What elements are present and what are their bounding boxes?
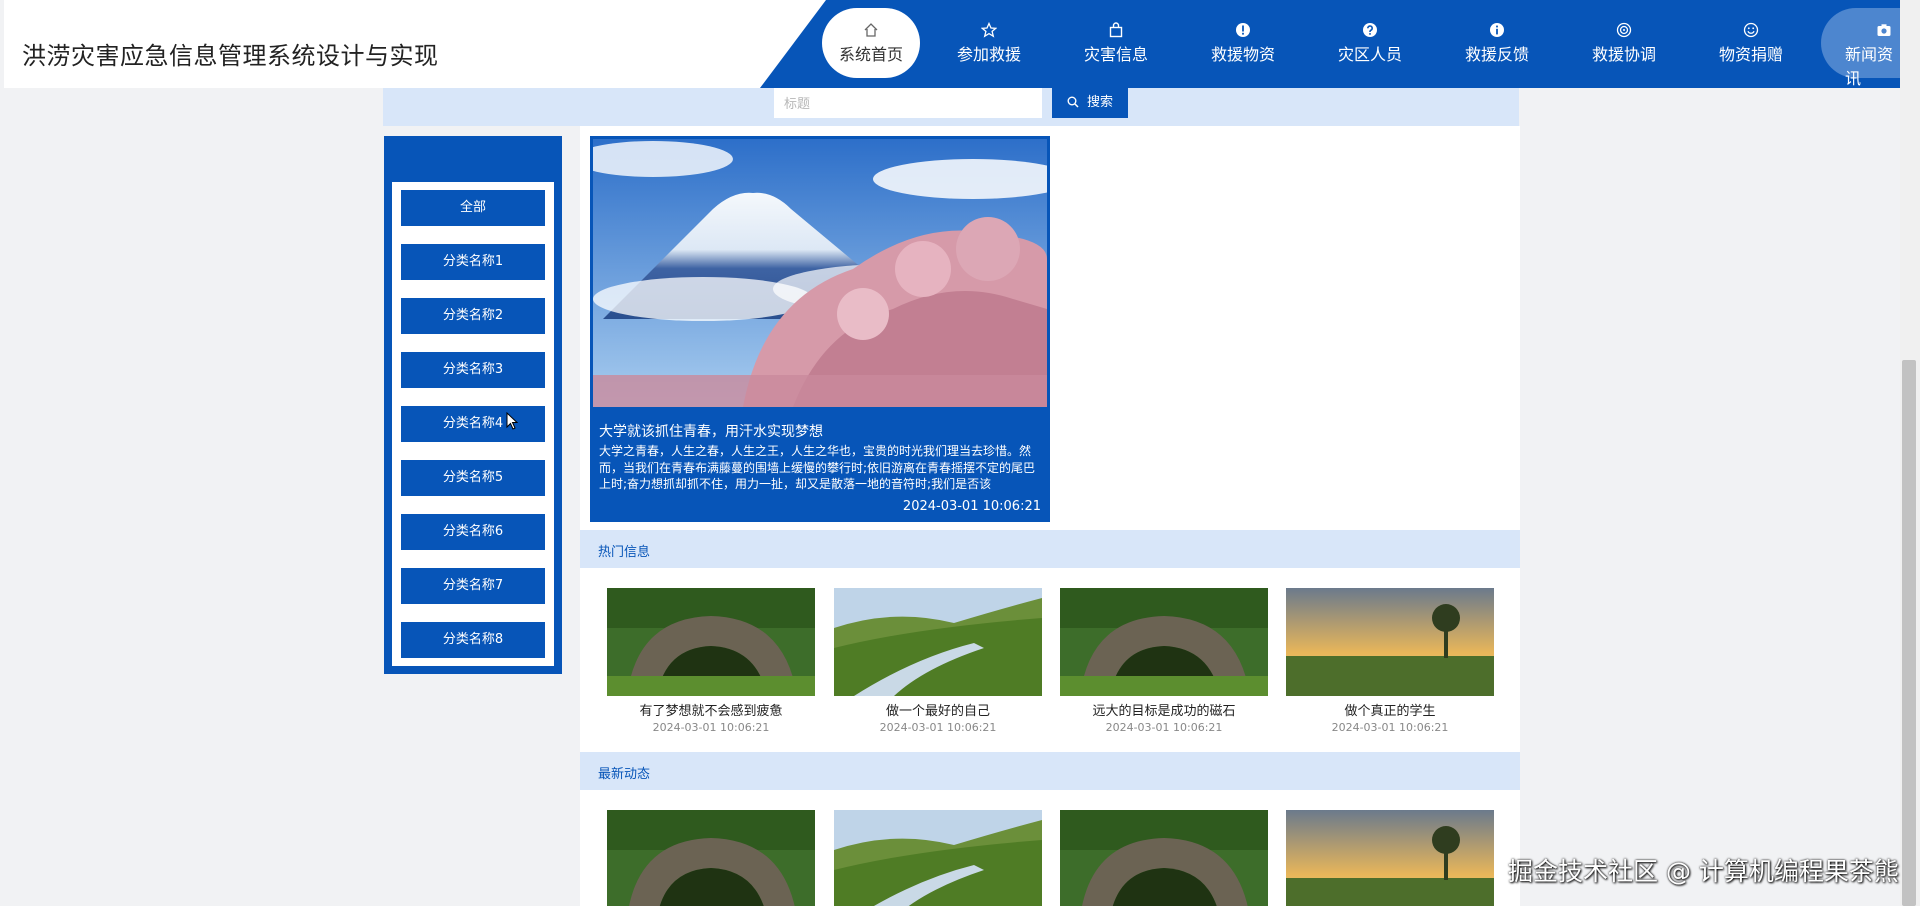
nav-item-join-rescue[interactable]: 参加救援 — [940, 8, 1038, 78]
nav-label: 物资捐赠 — [1718, 45, 1783, 64]
card-title[interactable]: 做一个最好的自己 — [834, 700, 1042, 719]
scrollbar-thumb[interactable] — [1902, 360, 1916, 906]
card-date: 2024-03-01 10:06:21 — [652, 721, 770, 734]
category-1[interactable]: 分类名称1 — [401, 244, 545, 280]
target-icon — [1616, 22, 1632, 38]
category-3[interactable]: 分类名称3 — [401, 352, 545, 388]
nav-item-disaster-info[interactable]: 灾害信息 — [1067, 8, 1165, 78]
card-title[interactable]: 远大的目标是成功的磁石 — [1060, 700, 1268, 719]
category-7[interactable]: 分类名称7 — [401, 568, 545, 604]
section-title: 热门信息 — [598, 545, 651, 560]
nav-label: 救援物资 — [1210, 45, 1275, 64]
nav-item-disaster-people[interactable]: 灾区人员 — [1321, 8, 1419, 78]
nav-label: 救援协调 — [1591, 45, 1656, 64]
hot-card[interactable]: 有了梦想就不会感到疲惫 2024-03-01 10:06:21 — [607, 588, 815, 734]
card-image[interactable] — [607, 588, 815, 696]
category-8[interactable]: 分类名称8 — [401, 622, 545, 658]
latest-card[interactable] — [607, 810, 815, 906]
camera-icon — [1877, 24, 1891, 36]
card-image[interactable] — [834, 588, 1042, 696]
hot-section-header: 热门信息 — [580, 530, 1520, 568]
card-date: 2024-03-01 10:06:21 — [1105, 721, 1223, 734]
bag-icon — [1109, 22, 1123, 38]
category-2[interactable]: 分类名称2 — [401, 298, 545, 334]
question-icon — [1363, 23, 1377, 37]
card-image[interactable] — [1060, 588, 1268, 696]
info-icon — [1490, 23, 1504, 37]
search-input[interactable] — [774, 88, 1042, 118]
nav-item-rescue-supplies[interactable]: 救援物资 — [1194, 8, 1292, 78]
featured-date: 2024-03-01 10:06:21 — [902, 499, 1041, 514]
nav-item-donation[interactable]: 物资捐赠 — [1702, 8, 1800, 78]
search-icon — [1067, 96, 1079, 108]
nav-label: 灾害信息 — [1083, 45, 1148, 64]
nav-item-rescue-feedback[interactable]: 救援反馈 — [1448, 8, 1546, 78]
category-all[interactable]: 全部 — [401, 190, 545, 226]
card-title[interactable]: 有了梦想就不会感到疲惫 — [607, 700, 815, 719]
watermark: 掘金技术社区 @ 计算机编程果茶熊 — [1508, 857, 1899, 886]
nav-item-home[interactable]: 系统首页 — [822, 8, 920, 78]
mouse-cursor-icon — [506, 412, 518, 430]
home-icon — [864, 23, 878, 37]
nav-label: 参加救援 — [956, 45, 1021, 64]
category-5[interactable]: 分类名称5 — [401, 460, 545, 496]
alert-icon — [1236, 23, 1250, 37]
nav-label: 新闻资讯 — [1845, 45, 1894, 88]
latest-card[interactable] — [1286, 810, 1494, 906]
category-6[interactable]: 分类名称6 — [401, 514, 545, 550]
hot-card[interactable]: 远大的目标是成功的磁石 2024-03-01 10:06:21 — [1060, 588, 1268, 734]
latest-card[interactable] — [834, 810, 1042, 906]
category-4[interactable]: 分类名称4 — [401, 406, 545, 442]
card-image[interactable] — [834, 810, 1042, 906]
card-image[interactable] — [1060, 810, 1268, 906]
nav-label: 灾区人员 — [1337, 45, 1402, 64]
search-button-label: 搜索 — [1086, 95, 1113, 110]
category-sidebar: 全部 分类名称1 分类名称2 分类名称3 分类名称4 分类名称5 分类名称6 分… — [384, 136, 562, 674]
search-button[interactable]: 搜索 — [1052, 88, 1128, 118]
nav-item-rescue-coordination[interactable]: 救援协调 — [1575, 8, 1673, 78]
card-image[interactable] — [1286, 588, 1494, 696]
featured-title[interactable]: 大学就该抓住青春，用汗水实现梦想 — [599, 421, 823, 441]
site-title: 洪涝灾害应急信息管理系统设计与实现 — [22, 42, 439, 70]
nav-label: 系统首页 — [838, 45, 903, 64]
card-image[interactable] — [607, 810, 815, 906]
latest-card[interactable] — [1060, 810, 1268, 906]
nav-label: 救援反馈 — [1464, 45, 1529, 64]
smile-icon — [1743, 22, 1759, 38]
nav-item-news[interactable]: 新闻资讯 — [1821, 8, 1900, 88]
featured-image[interactable] — [593, 139, 1047, 407]
card-date: 2024-03-01 10:06:21 — [879, 721, 997, 734]
featured-article[interactable]: 大学就该抓住青春，用汗水实现梦想 大学之青春，人生之春，人生之王，人生之华也，宝… — [590, 136, 1050, 522]
star-icon — [981, 22, 997, 38]
category-list: 全部 分类名称1 分类名称2 分类名称3 分类名称4 分类名称5 分类名称6 分… — [392, 182, 554, 666]
card-title[interactable]: 做个真正的学生 — [1286, 700, 1494, 719]
featured-description: 大学之青春，人生之春，人生之王，人生之华也，宝贵的时光我们理当去珍惜。然而，当我… — [599, 444, 1036, 491]
latest-section-header: 最新动态 — [580, 752, 1520, 790]
section-title: 最新动态 — [598, 767, 651, 782]
card-image[interactable] — [1286, 810, 1494, 906]
hot-card[interactable]: 做一个最好的自己 2024-03-01 10:06:21 — [834, 588, 1042, 734]
hot-card[interactable]: 做个真正的学生 2024-03-01 10:06:21 — [1286, 588, 1494, 734]
card-date: 2024-03-01 10:06:21 — [1331, 721, 1449, 734]
